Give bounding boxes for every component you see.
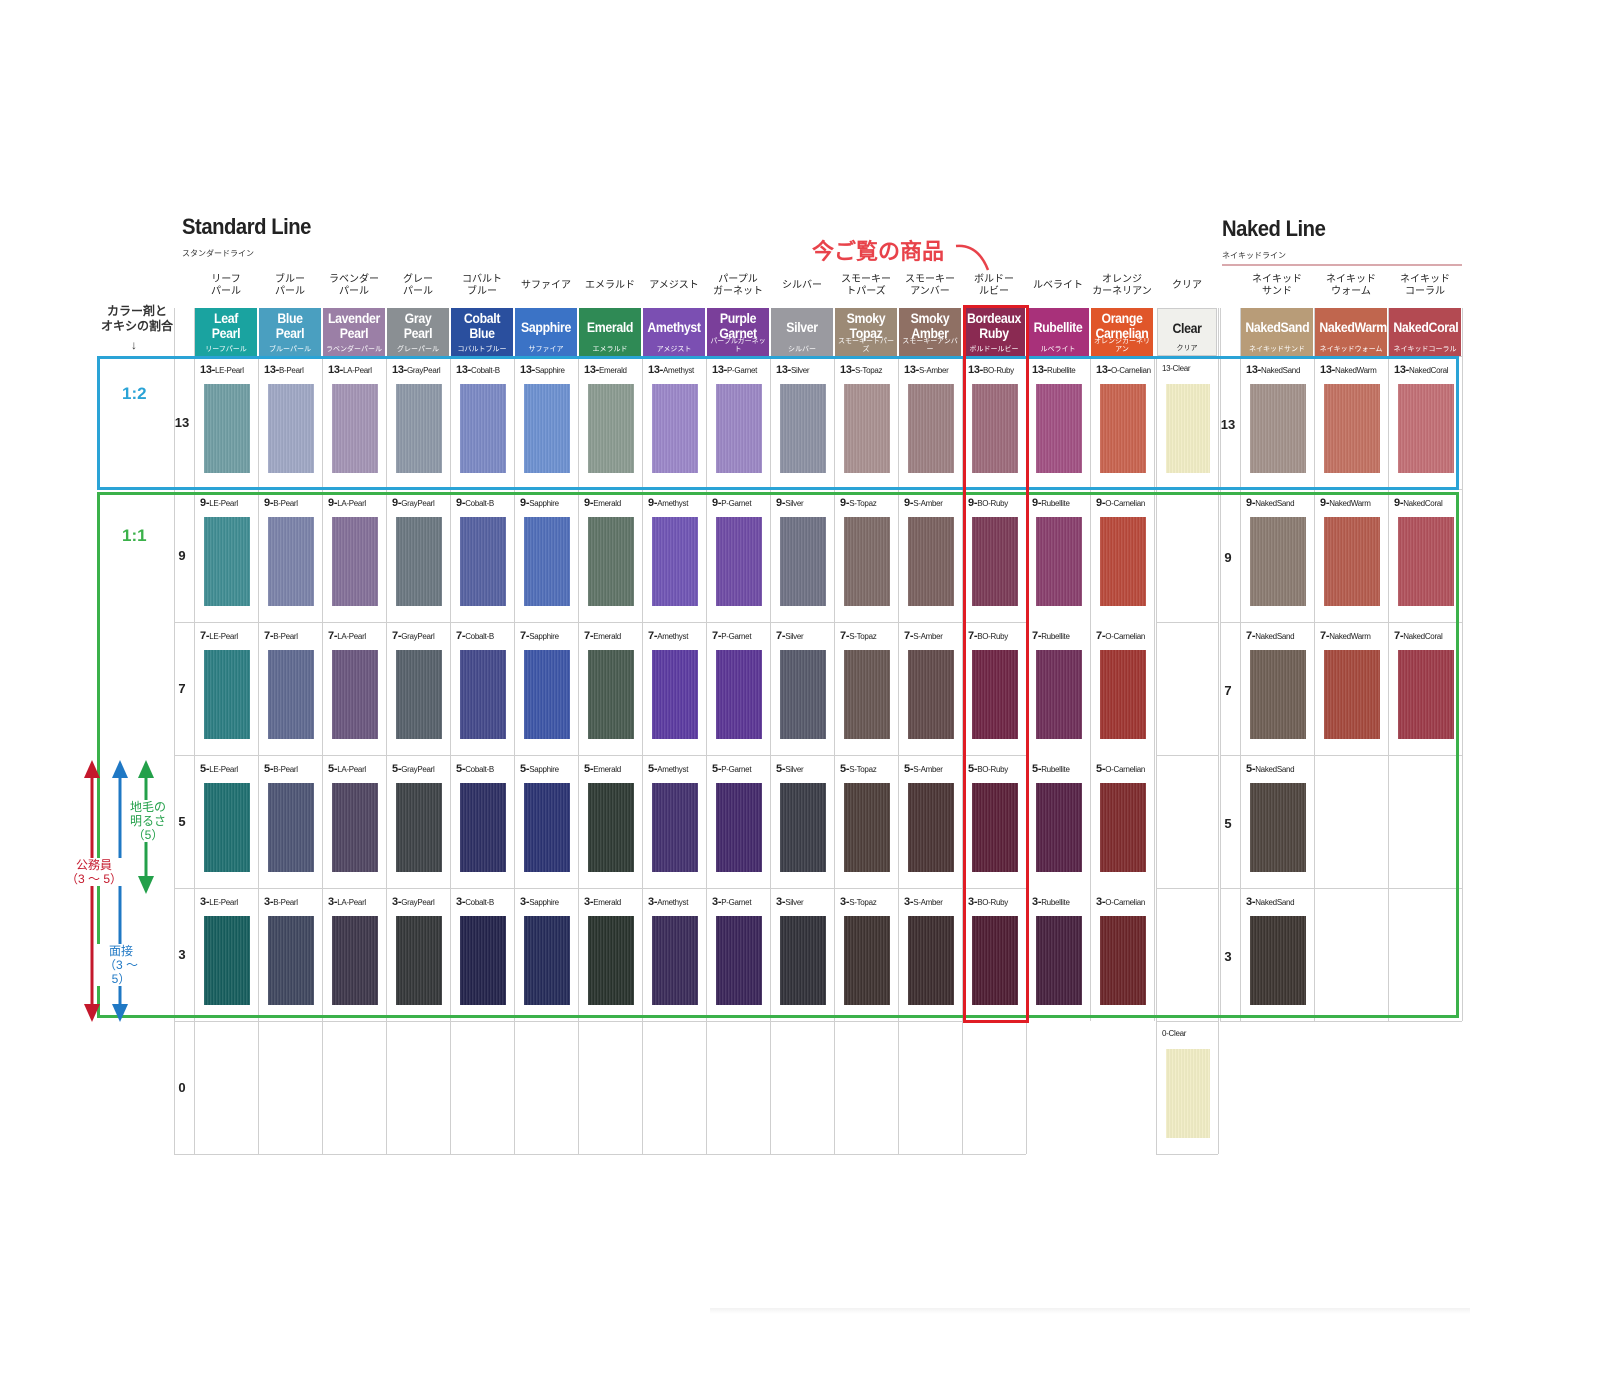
brightness-range-arrows-icon — [84, 760, 154, 1022]
civil-servant-range-label: 公務員 （3 ～ 5） — [66, 858, 123, 886]
interview-range-label: 面接 （3 ～ 5） — [96, 944, 146, 986]
footer-shadow — [710, 1308, 1470, 1314]
natural-hair-brightness-label: 地毛の 明るさ （5） — [130, 800, 167, 842]
